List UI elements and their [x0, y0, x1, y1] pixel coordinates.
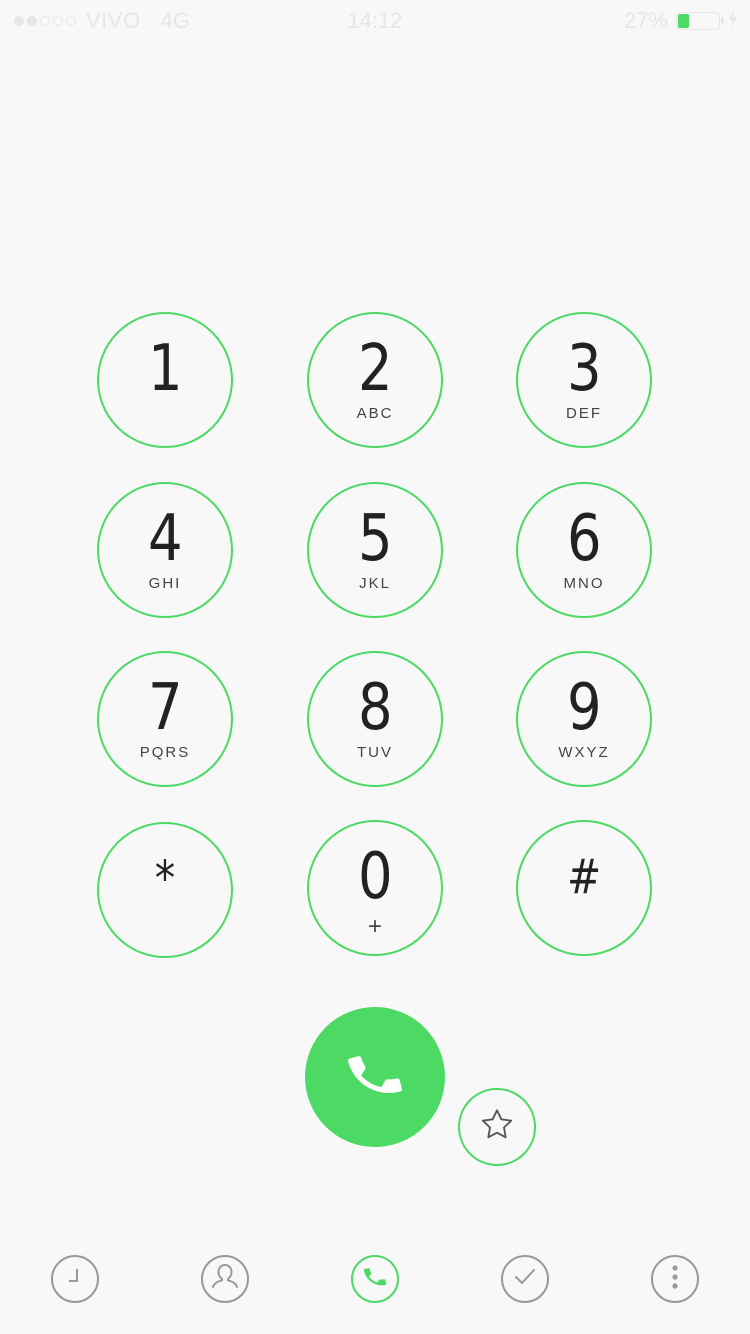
tab-more[interactable] [651, 1255, 699, 1303]
key-letters: TUV [357, 744, 393, 761]
key-3[interactable]: 3 DEF [516, 312, 652, 448]
tab-contacts[interactable] [201, 1255, 249, 1303]
key-letters: MNO [563, 575, 605, 592]
key-letters: + [367, 913, 382, 940]
key-7[interactable]: 7 PQRS [97, 651, 233, 787]
key-9[interactable]: 9 WXYZ [516, 651, 652, 787]
key-digit: 3 [566, 332, 602, 406]
battery-fill [678, 14, 690, 28]
key-5[interactable]: 5 JKL [307, 482, 443, 618]
add-favorite-button[interactable] [458, 1088, 536, 1166]
tab-recents[interactable] [51, 1255, 99, 1303]
key-digit: 6 [566, 502, 602, 576]
phone-icon [362, 1264, 388, 1295]
key-digit: 9 [566, 671, 602, 745]
key-digit: 7 [147, 671, 183, 745]
key-0[interactable]: 0 + [307, 820, 443, 956]
key-letters: WXYZ [558, 744, 610, 761]
battery-icon [676, 12, 724, 30]
key-digit: 2 [357, 332, 393, 406]
key-digit: * [154, 851, 176, 907]
key-letters: PQRS [139, 744, 191, 761]
key-digit: 4 [147, 502, 183, 576]
clock-icon [62, 1264, 88, 1295]
phone-icon [345, 1045, 405, 1110]
more-icon [670, 1263, 680, 1296]
charging-icon [728, 9, 738, 33]
key-letters: ABC [356, 405, 394, 422]
tab-dialer[interactable] [351, 1255, 399, 1303]
battery-percent: 27% [623, 8, 668, 33]
key-4[interactable]: 4 GHI [97, 482, 233, 618]
key-1[interactable]: 1 [97, 312, 233, 448]
key-8[interactable]: 8 TUV [307, 651, 443, 787]
key-hash[interactable]: # [516, 820, 652, 956]
person-icon [207, 1259, 243, 1300]
key-2[interactable]: 2 ABC [307, 312, 443, 448]
key-star[interactable]: * [97, 822, 233, 958]
key-letters: GHI [148, 575, 182, 592]
key-digit: # [566, 849, 602, 905]
key-digit: 0 [357, 840, 393, 914]
status-right: 27% [624, 8, 738, 34]
status-bar: VIVO 4G 14:12 27% [0, 0, 750, 40]
key-6[interactable]: 6 MNO [516, 482, 652, 618]
check-icon [511, 1263, 539, 1296]
key-letters: JKL [359, 575, 391, 592]
call-button[interactable] [305, 1007, 445, 1147]
tab-tasks[interactable] [501, 1255, 549, 1303]
key-letters: DEF [566, 405, 602, 422]
key-digit: 8 [357, 671, 393, 745]
key-digit: 1 [147, 332, 183, 406]
star-icon [477, 1105, 517, 1150]
key-digit: 5 [357, 502, 393, 576]
